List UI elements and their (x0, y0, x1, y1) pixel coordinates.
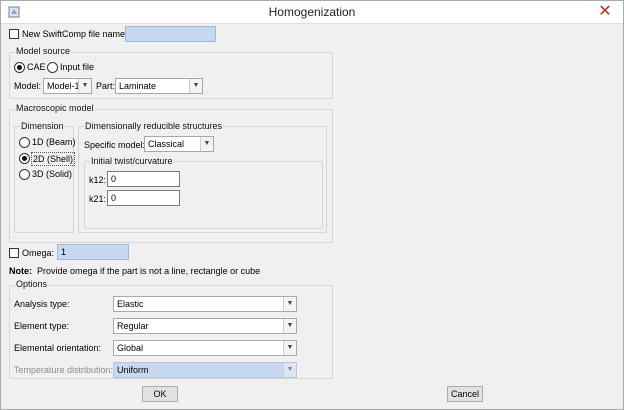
radio-cae[interactable] (14, 62, 25, 73)
elemental-orientation-label: Elemental orientation: (14, 343, 102, 353)
radio-cae-label: CAE (27, 62, 46, 72)
element-type-label: Element type: (14, 321, 70, 331)
new-swiftcomp-checkbox[interactable] (9, 29, 19, 39)
radio-input-file-label: Input file (60, 62, 95, 72)
temperature-distribution-select: Uniform ▼ (113, 362, 297, 378)
temperature-distribution-label: Temperature distribution: (14, 365, 114, 375)
chevron-down-icon: ▼ (283, 363, 296, 377)
k12-label: k12: (89, 175, 107, 185)
omega-label: Omega: (22, 248, 55, 258)
model-select-value: Model-1 (47, 81, 80, 91)
radio-2d-shell-label: 2D (Shell) (31, 152, 76, 166)
dimension-title: Dimension (20, 120, 65, 132)
radio-1d-beam[interactable] (19, 137, 30, 148)
k21-label: k21: (89, 194, 107, 204)
part-select[interactable]: Laminate ▼ (115, 78, 203, 94)
chevron-down-icon: ▼ (283, 341, 296, 355)
reducible-structures-title: Dimensionally reducible structures (84, 120, 224, 132)
element-type-select[interactable]: Regular ▼ (113, 318, 297, 334)
specific-model-value: Classical (148, 139, 185, 149)
radio-input-file[interactable] (47, 62, 58, 73)
model-source-title: Model source (15, 45, 72, 57)
k12-input[interactable]: 0 (107, 171, 180, 187)
chevron-down-icon: ▼ (283, 297, 296, 311)
model-select[interactable]: Model-1 ▼ (43, 78, 92, 94)
k21-input[interactable]: 0 (107, 190, 180, 206)
close-icon[interactable]: ✕ (597, 4, 613, 20)
elemental-orientation-value: Global (117, 343, 144, 353)
specific-model-label: Specific model: (84, 140, 146, 150)
swiftcomp-file-name-input[interactable] (125, 26, 216, 42)
radio-1d-beam-label: 1D (Beam) (32, 137, 76, 147)
note-text: Provide omega if the part is not a line,… (37, 266, 261, 276)
ok-button[interactable]: OK (142, 386, 178, 402)
analysis-type-label: Analysis type: (14, 299, 70, 309)
note-prefix: Note: (9, 266, 32, 276)
chevron-down-icon: ▼ (200, 137, 213, 151)
macroscopic-model-title: Macroscopic model (15, 102, 95, 114)
chevron-down-icon: ▼ (189, 79, 202, 93)
omega-checkbox[interactable] (9, 248, 19, 258)
new-swiftcomp-label: New SwiftComp file name: (22, 29, 128, 39)
temperature-distribution-value: Uniform (117, 365, 149, 375)
window-title: Homogenization (268, 5, 356, 19)
cancel-button[interactable]: Cancel (447, 386, 483, 402)
chevron-down-icon: ▼ (78, 79, 91, 93)
homogenization-dialog: Homogenization ✕ New SwiftComp file name… (0, 0, 624, 410)
options-title: Options (15, 278, 49, 290)
analysis-type-select[interactable]: Elastic ▼ (113, 296, 297, 312)
analysis-type-value: Elastic (117, 299, 144, 309)
radio-3d-solid[interactable] (19, 169, 30, 180)
part-select-value: Laminate (119, 81, 157, 91)
radio-2d-shell[interactable] (19, 153, 30, 164)
chevron-down-icon: ▼ (283, 319, 296, 333)
initial-twist-title: Initial twist/curvature (90, 155, 174, 167)
element-type-value: Regular (117, 321, 149, 331)
part-label: Part: (96, 81, 116, 91)
elemental-orientation-select[interactable]: Global ▼ (113, 340, 297, 356)
title-bar: Homogenization ✕ (1, 1, 623, 24)
radio-3d-solid-label: 3D (Solid) (32, 169, 73, 179)
specific-model-select[interactable]: Classical ▼ (144, 136, 214, 152)
model-label: Model: (14, 81, 42, 91)
omega-input[interactable]: 1 (57, 244, 129, 260)
